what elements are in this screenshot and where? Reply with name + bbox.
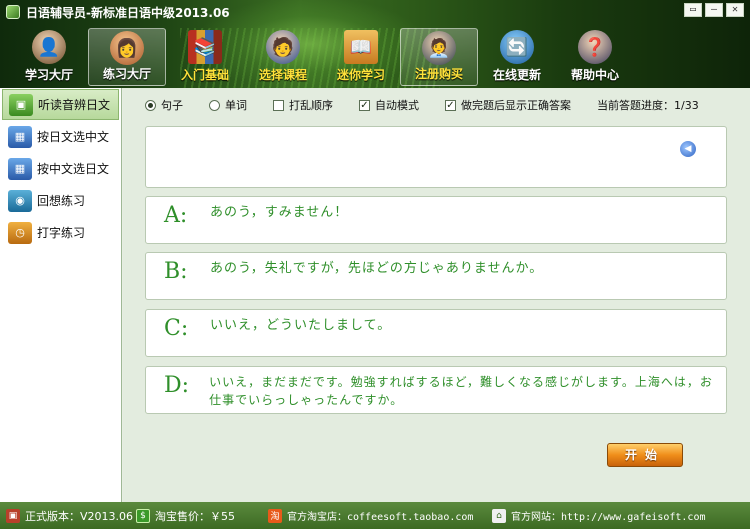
refresh-icon: 🔄: [500, 30, 534, 64]
teacher-icon: 👩: [110, 31, 144, 65]
nav-help-center[interactable]: ❓ 帮助中心: [556, 28, 634, 86]
recall-icon: ◉: [8, 189, 32, 212]
status-taobao-shop[interactable]: 淘 官方淘宝店：coffeesoft.taobao.com: [268, 508, 492, 523]
answer-text: いいえ，どういたしまして。: [210, 318, 392, 333]
nav-mini-study[interactable]: 📖 迷你学习: [322, 28, 400, 86]
title-toolbar-area: 日语辅导员-新标准日语中级2013.06 ▭ — ✕ 👤 学习大厅 👩 练习大厅…: [0, 0, 750, 88]
student-icon: 🧑: [266, 30, 300, 64]
checkbox-show-answer-label: 做完题后显示正确答案: [461, 99, 571, 112]
window-controls: ▭ — ✕: [684, 3, 744, 17]
window-title-bar: 日语辅导员-新标准日语中级2013.06: [6, 4, 230, 20]
main-panel: 句子 单词 打乱顺序 ✓ 自动模式 ✓ 做完题后显示正确答案 当前答题进度：1/…: [123, 88, 750, 502]
books-icon: 📚: [188, 30, 222, 64]
radio-word[interactable]: 单词: [209, 97, 247, 113]
book-icon: 📖: [344, 30, 378, 64]
answer-option-c[interactable]: C: いいえ，どういたしまして。: [145, 309, 727, 357]
radio-sentence-label: 句子: [161, 99, 183, 112]
nav-study-hall[interactable]: 👤 学习大厅: [10, 28, 88, 86]
help-icon: ❓: [578, 30, 612, 64]
answer-letter: B:: [164, 259, 188, 284]
answer-letter: C:: [164, 316, 189, 341]
nav-intro-basics-label: 入门基础: [180, 68, 229, 82]
sidebar-item-label: 按日文选中文: [37, 130, 110, 144]
checkbox-show-answer[interactable]: ✓ 做完题后显示正确答案: [445, 97, 571, 113]
app-icon: [6, 5, 20, 19]
checkbox-shuffle-label: 打乱顺序: [289, 99, 333, 112]
checkbox-shuffle-control[interactable]: [273, 99, 284, 111]
answer-text: あのう，すみません！: [210, 205, 349, 220]
answer-progress: 当前答题进度：1/33: [597, 99, 699, 112]
sidebar-item-jp-to-cn[interactable]: ▦ 按日文选中文: [2, 121, 119, 152]
sidebar: ▣ 听读音辨日文 ▦ 按日文选中文 ▦ 按中文选日文 ◉ 回想练习 ◷ 打字练习: [0, 88, 122, 502]
radio-word-control[interactable]: [209, 99, 220, 111]
checkbox-auto-mode[interactable]: ✓ 自动模式: [359, 97, 419, 113]
nav-register-buy[interactable]: 🧑‍💼 注册购买: [400, 28, 478, 86]
answer-letter: D:: [164, 373, 190, 398]
sidebar-item-listen-identify[interactable]: ▣ 听读音辨日文: [2, 89, 119, 120]
sidebar-item-cn-to-jp[interactable]: ▦ 按中文选日文: [2, 153, 119, 184]
card-icon: ▦: [8, 125, 32, 148]
headphones-icon: ▣: [9, 93, 33, 116]
card-icon: ▦: [8, 157, 32, 180]
checkbox-shuffle[interactable]: 打乱顺序: [273, 97, 333, 113]
sidebar-item-typing-practice[interactable]: ◷ 打字练习: [2, 217, 119, 248]
price-tag-icon: $: [136, 508, 150, 523]
answer-letter: A:: [164, 203, 188, 228]
app-small-icon: ▣: [6, 508, 20, 523]
answer-text: あのう，失礼ですが，先ほどの方じゃありませんか。: [210, 261, 544, 276]
answer-option-a[interactable]: A: あのう，すみません！: [145, 196, 727, 244]
nav-practice-hall-label: 练习大厅: [102, 67, 151, 81]
nav-online-update-label: 在线更新: [492, 68, 541, 82]
close-button[interactable]: ✕: [726, 3, 744, 17]
checkbox-auto-mode-control[interactable]: ✓: [359, 99, 370, 111]
sidebar-item-label: 按中文选日文: [37, 162, 110, 176]
window-title: 日语辅导员-新标准日语中级2013.06: [26, 5, 230, 20]
version-text: 正式版本：V2013.06: [25, 509, 134, 523]
sidebar-item-label: 打字练习: [37, 226, 86, 240]
checkbox-show-answer-control[interactable]: ✓: [445, 99, 456, 111]
question-box: ◀: [145, 126, 727, 188]
answer-option-d[interactable]: D: いいえ，まだまだです。勉強すればするほど，難しくなる感じがします。上海へは…: [145, 366, 727, 414]
sidebar-item-label: 回想练习: [37, 194, 86, 208]
options-bar: 句子 单词 打乱顺序 ✓ 自动模式 ✓ 做完题后显示正确答案 当前答题进度：1/…: [123, 88, 750, 122]
price-text: 淘宝售价：￥55: [155, 509, 235, 523]
taobao-icon: 淘: [268, 508, 282, 523]
clock-icon: ◷: [8, 221, 32, 244]
status-website[interactable]: ⌂ 官方网站：http://www.gafeisoft.com: [492, 508, 706, 523]
minimize-button[interactable]: —: [705, 3, 723, 17]
radio-sentence[interactable]: 句子: [145, 97, 183, 113]
nav-select-course[interactable]: 🧑 选择课程: [244, 28, 322, 86]
nav-mini-study-label: 迷你学习: [336, 68, 385, 82]
nav-study-hall-label: 学习大厅: [24, 68, 73, 82]
taobao-shop-text[interactable]: 官方淘宝店：coffeesoft.taobao.com: [287, 508, 473, 523]
start-button[interactable]: 开始: [607, 443, 683, 467]
checkbox-auto-mode-label: 自动模式: [375, 99, 419, 112]
nav-online-update[interactable]: 🔄 在线更新: [478, 28, 556, 86]
businessman-icon: 🧑‍💼: [422, 31, 456, 65]
home-icon: ⌂: [492, 508, 506, 523]
restore-button[interactable]: ▭: [684, 3, 702, 17]
radio-word-label: 单词: [225, 99, 247, 112]
answer-text: いいえ，まだまだです。勉強すればするほど，難しくなる感じがします。上海へは，お仕…: [209, 375, 713, 407]
nav-intro-basics[interactable]: 📚 入门基础: [166, 28, 244, 86]
status-version: ▣ 正式版本：V2013.06: [6, 508, 136, 524]
website-text[interactable]: 官方网站：http://www.gafeisoft.com: [511, 508, 706, 523]
person-icon: 👤: [32, 30, 66, 64]
status-price: $ 淘宝售价：￥55: [136, 508, 268, 524]
answer-option-b[interactable]: B: あのう，失礼ですが，先ほどの方じゃありませんか。: [145, 252, 727, 300]
status-bar: ▣ 正式版本：V2013.06 $ 淘宝售价：￥55 淘 官方淘宝店：coffe…: [0, 502, 750, 529]
nav-practice-hall[interactable]: 👩 练习大厅: [88, 28, 166, 86]
speaker-icon[interactable]: ◀: [680, 141, 696, 157]
main-nav: 👤 学习大厅 👩 练习大厅 📚 入门基础 🧑 选择课程 📖 迷你学习 🧑‍💼 注…: [10, 28, 634, 86]
nav-register-buy-label: 注册购买: [414, 67, 463, 81]
sidebar-item-recall-practice[interactable]: ◉ 回想练习: [2, 185, 119, 216]
nav-select-course-label: 选择课程: [258, 68, 307, 82]
nav-help-center-label: 帮助中心: [570, 68, 619, 82]
sidebar-item-label: 听读音辨日文: [38, 98, 111, 112]
radio-sentence-control[interactable]: [145, 99, 156, 111]
